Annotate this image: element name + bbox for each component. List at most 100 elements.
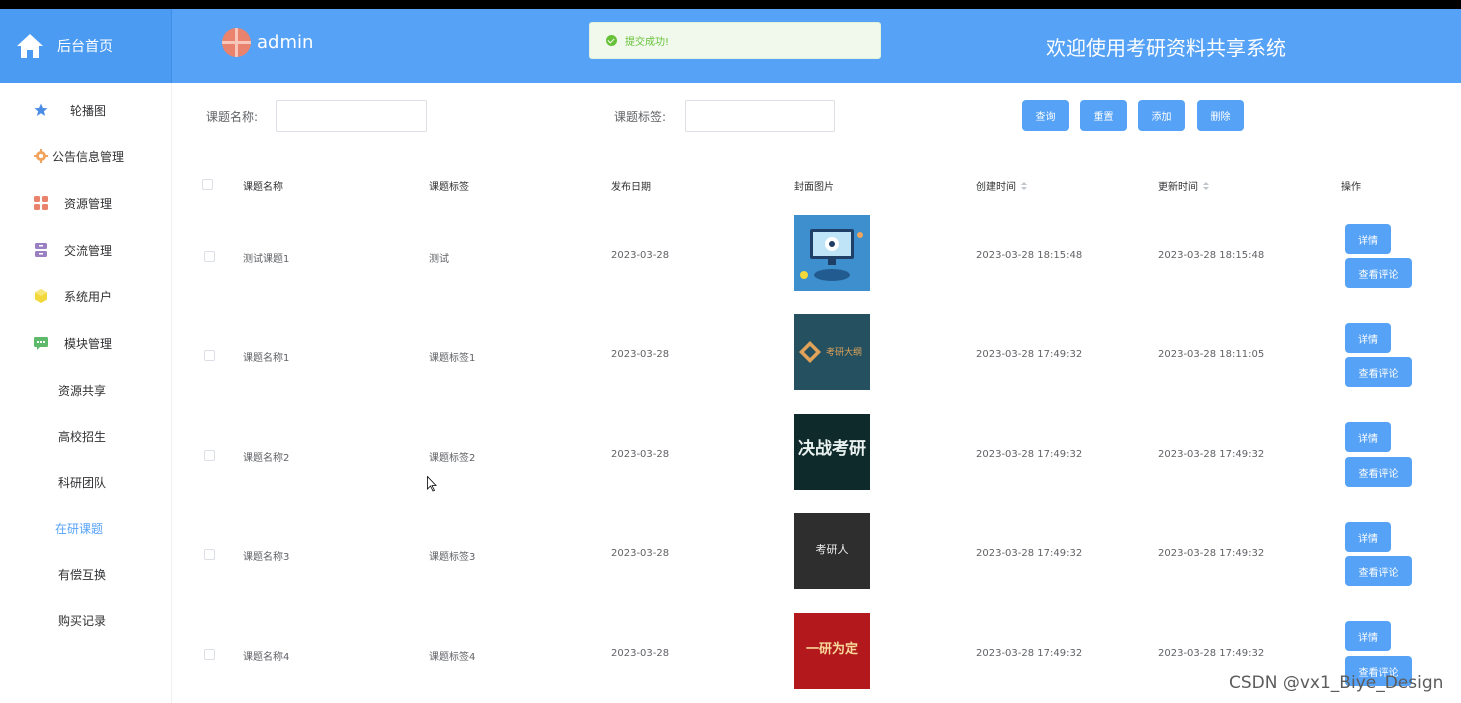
cell-date: 2023-03-28 [611, 250, 670, 261]
cover-caption: 考研大纲 [825, 348, 862, 358]
sidebar-item-users[interactable]: 系统用户 [0, 281, 172, 311]
add-button[interactable]: 添加 [1138, 100, 1185, 131]
cell-tag: 课题标签3 [429, 552, 476, 563]
row-checkbox[interactable] [204, 649, 215, 660]
cover-image: 考研人 [794, 513, 870, 589]
submenu-research-team[interactable]: 科研团队 [0, 470, 172, 494]
view-comments-button[interactable]: 查看评论 [1345, 258, 1412, 288]
cell-tag: 课题标签1 [429, 353, 476, 364]
cell-updated: 2023-03-28 18:15:48 [1158, 250, 1265, 261]
view-comments-button[interactable]: 查看评论 [1345, 457, 1412, 487]
window-top-edge [0, 0, 1461, 9]
toast-message: 提交成功! [625, 37, 670, 48]
home-icon [17, 34, 43, 58]
star-icon [34, 103, 48, 116]
cell-date: 2023-03-28 [611, 349, 670, 360]
column-header-cover: 封面图片 [794, 182, 834, 193]
chat-icon [34, 337, 48, 350]
submenu-admissions[interactable]: 高校招生 [0, 424, 172, 448]
sidebar-item-modules[interactable]: 模块管理 [0, 328, 172, 358]
sidebar-item-announcements[interactable]: 公告信息管理 [0, 141, 172, 171]
gear-icon [34, 149, 48, 163]
detail-button[interactable]: 详情 [1345, 621, 1391, 651]
cell-updated: 2023-03-28 17:49:32 [1158, 548, 1265, 559]
cell-name: 课题名称1 [243, 353, 290, 364]
select-all-checkbox[interactable] [202, 179, 213, 190]
delete-button[interactable]: 删除 [1197, 100, 1244, 131]
sidebar-item-resources[interactable]: 资源管理 [0, 188, 172, 218]
watermark: CSDN @vx1_Biye_Design [1229, 673, 1444, 693]
sidebar-item-exchange[interactable]: 交流管理 [0, 235, 172, 265]
detail-button[interactable]: 详情 [1345, 522, 1391, 552]
cell-created: 2023-03-28 17:49:32 [976, 349, 1083, 360]
sort-icon[interactable] [1021, 182, 1027, 191]
sidebar-item-label: 系统用户 [64, 289, 113, 304]
submenu-label: 在研课题 [55, 522, 104, 536]
cover-caption: 考研人 [815, 543, 849, 556]
grid-icon [34, 196, 48, 210]
submenu-paid-exchange[interactable]: 有偿互换 [0, 562, 172, 586]
row-checkbox[interactable] [204, 350, 215, 361]
view-comments-button[interactable]: 查看评论 [1345, 357, 1412, 387]
detail-button[interactable]: 详情 [1345, 422, 1391, 452]
avatar[interactable] [222, 28, 251, 57]
cell-updated: 2023-03-28 18:11:05 [1158, 349, 1265, 360]
submenu-purchase-records[interactable]: 购买记录 [0, 608, 172, 632]
view-comments-button[interactable]: 查看评论 [1345, 556, 1412, 586]
sidebar-item-carousel[interactable]: 轮播图 [0, 95, 172, 125]
topic-name-input[interactable] [276, 100, 427, 132]
query-button[interactable]: 查询 [1022, 100, 1069, 131]
cell-created: 2023-03-28 17:49:32 [976, 449, 1083, 460]
column-header-updated[interactable]: 更新时间 [1158, 178, 1209, 193]
cell-name: 课题名称4 [243, 652, 290, 663]
cell-name: 课题名称2 [243, 453, 290, 464]
row-checkbox[interactable] [204, 450, 215, 461]
sort-icon[interactable] [1203, 182, 1209, 191]
topic-tag-input[interactable] [685, 100, 835, 132]
mouse-cursor-icon [427, 476, 437, 492]
sidebar: 轮播图 公告信息管理 资源管理 交流管理 系统用户 模块管理 资源共享 高校招生… [0, 83, 172, 703]
home-link[interactable]: 后台首页 [0, 9, 172, 83]
username: admin [257, 32, 314, 53]
column-header-label: 创建时间 [976, 182, 1016, 193]
cover-image: 考研大纲 [794, 314, 870, 390]
success-icon [606, 35, 617, 46]
detail-button[interactable]: 详情 [1345, 323, 1391, 353]
row-checkbox[interactable] [204, 251, 215, 262]
cover-image [794, 215, 870, 291]
cover-caption: 一研为定 [805, 642, 858, 657]
cell-date: 2023-03-28 [611, 449, 670, 460]
detail-button[interactable]: 详情 [1345, 224, 1391, 254]
cell-updated: 2023-03-28 17:49:32 [1158, 648, 1265, 659]
sidebar-item-label: 轮播图 [70, 103, 107, 118]
cell-name: 课题名称3 [243, 552, 290, 563]
cube-icon [35, 289, 47, 303]
cell-tag: 测试 [429, 254, 449, 265]
column-header-label: 更新时间 [1158, 182, 1198, 193]
cell-name: 测试课题1 [243, 254, 290, 265]
sidebar-item-label: 交流管理 [64, 243, 113, 258]
submenu-resource-share[interactable]: 资源共享 [0, 378, 172, 402]
topic-tag-label: 课题标签: [614, 110, 667, 124]
cover-caption: 决战考研 [798, 439, 866, 459]
reset-button[interactable]: 重置 [1080, 100, 1127, 131]
table-row: 课题名称3 课题标签3 2023-03-28 考研人 2023-03-28 17… [172, 504, 1461, 604]
submenu-label: 科研团队 [58, 476, 107, 490]
column-header-created[interactable]: 创建时间 [976, 178, 1027, 193]
archive-icon [35, 243, 47, 257]
submenu-research-topics[interactable]: 在研课题 [0, 516, 172, 540]
cell-created: 2023-03-28 17:49:32 [976, 648, 1083, 659]
table-row: 测试课题1 测试 2023-03-28 2023-03-28 18:15:48 … [172, 205, 1461, 305]
submenu-label: 高校招生 [58, 430, 107, 444]
submenu-label: 购买记录 [58, 614, 107, 628]
home-label: 后台首页 [57, 39, 113, 55]
column-header-date: 发布日期 [611, 182, 651, 193]
column-header-tag: 课题标签 [429, 182, 469, 193]
cell-created: 2023-03-28 18:15:48 [976, 250, 1083, 261]
site-title: 欢迎使用考研资料共享系统 [1046, 36, 1286, 60]
row-checkbox[interactable] [204, 549, 215, 560]
table-row: 课题名称1 课题标签1 2023-03-28 考研大纲 2023-03-28 1… [172, 305, 1461, 405]
cell-tag: 课题标签2 [429, 453, 476, 464]
submenu-label: 有偿互换 [58, 568, 107, 582]
cell-created: 2023-03-28 17:49:32 [976, 548, 1083, 559]
